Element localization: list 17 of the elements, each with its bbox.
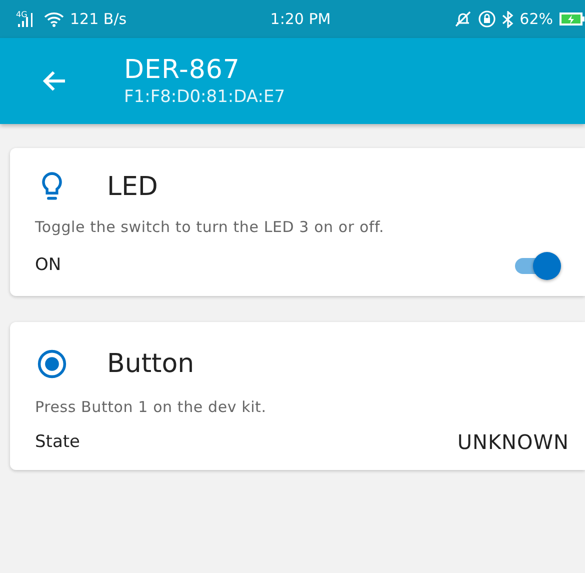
bluetooth-icon [502,10,514,28]
rotation-lock-icon [478,10,496,28]
wifi-icon [44,11,64,27]
card-title: Button [107,349,194,379]
state-label: State [35,432,80,452]
switch-label: ON [35,255,62,275]
muted-bell-icon [454,11,472,27]
network-speed: 121 B/s [70,10,127,28]
device-name: DER-867 [124,55,241,85]
battery-percent: 62% [520,10,554,28]
clock: 1:20 PM [269,10,332,28]
radio-icon [37,348,67,380]
card-description: Press Button 1 on the dev kit. [35,398,268,416]
device-address: F1:F8:D0:81:DA:E7 [124,87,286,107]
state-value: UNKNOWN [457,430,569,454]
card-title: LED [107,172,158,202]
card-description: Toggle the switch to turn the LED 3 on or off. [35,218,386,236]
